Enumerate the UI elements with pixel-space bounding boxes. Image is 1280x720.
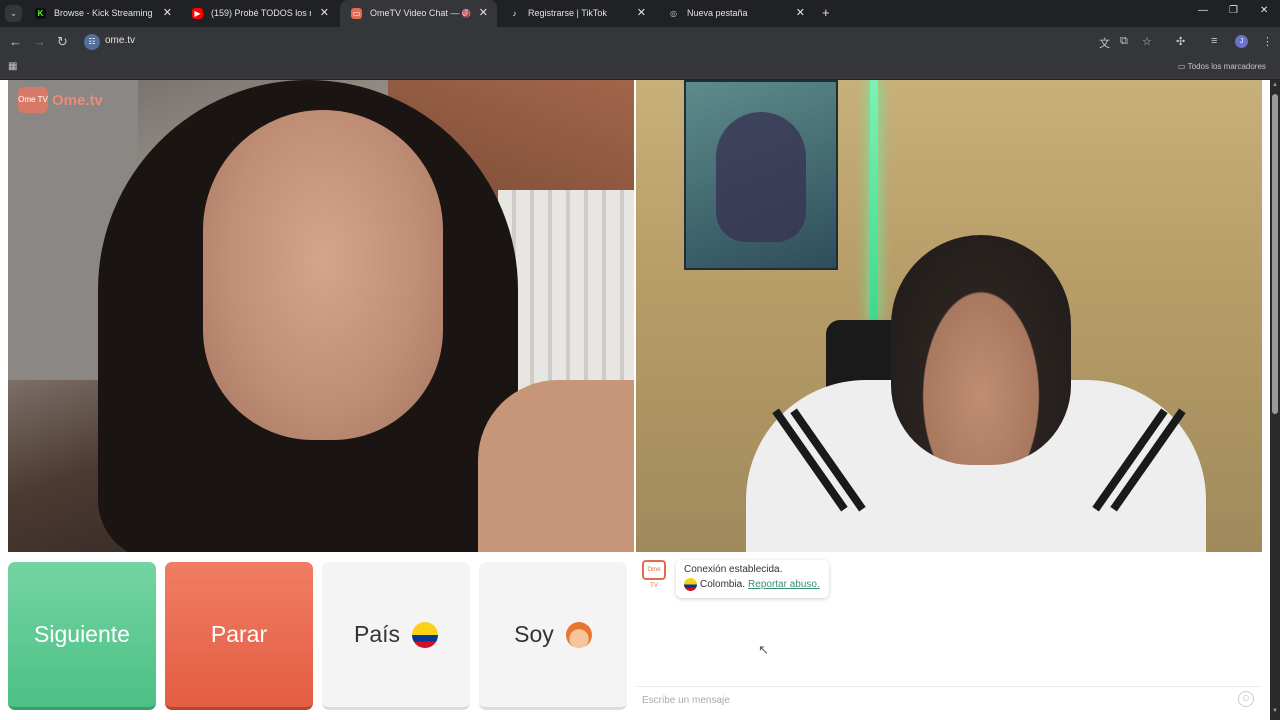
close-icon[interactable]: ✕ (479, 0, 488, 27)
recording-icon: ◉ (461, 7, 471, 19)
reload-icon[interactable]: ↻ (57, 34, 68, 50)
stop-button-label: Parar (210, 621, 268, 647)
stop-button[interactable]: Parar (165, 562, 313, 710)
tiktok-icon: ♪ (512, 9, 517, 18)
close-icon[interactable]: ✕ (320, 0, 329, 27)
stranger-video: Ome TV Ome.tv (8, 80, 634, 552)
window-close-icon[interactable]: ✕ (1260, 5, 1268, 16)
tab-kick[interactable]: K Browse - Kick Streaming ✕ (24, 0, 181, 27)
tab-youtube[interactable]: ▶ (159) Probé TODOS los negocios ✕ (181, 0, 338, 27)
all-bookmarks-label: Todos los marcadores (1187, 62, 1266, 71)
chrome-icon: ◎ (670, 9, 677, 18)
country-line: Colombia. Reportar abuso. (684, 578, 821, 591)
report-abuse-link[interactable]: Reportar abuso. (748, 579, 820, 590)
colombia-flag-icon (684, 578, 697, 591)
wall-poster (684, 80, 838, 270)
close-icon[interactable]: ✕ (796, 0, 805, 27)
youtube-icon: ▶ (192, 8, 203, 19)
scroll-up-icon[interactable]: ▲ (1272, 82, 1278, 88)
ometv-logo-text: Ome.tv (52, 91, 103, 109)
tab-search-chevron-icon[interactable]: ⌄ (5, 5, 22, 22)
url-text[interactable]: ome.tv (105, 35, 135, 46)
connection-message: Conexión establecida. (684, 564, 783, 575)
colombia-flag-icon (412, 621, 439, 648)
profile-avatar[interactable]: J (1235, 35, 1248, 48)
browser-toolbar: ← → ↻ ☷ ome.tv 文 ⧉ ☆ ✣ ≡ J ⋮ (0, 27, 1280, 57)
poster-figure (716, 112, 806, 242)
page-viewport: Ome TV Ome.tv Siguiente Parar País Soy O… (0, 80, 1270, 720)
scroll-thumb[interactable] (1272, 94, 1278, 414)
person-head (891, 235, 1071, 465)
gender-button[interactable]: Soy (479, 562, 627, 710)
ometv-chat-icon: Ome TV (642, 560, 666, 589)
kick-icon: K (35, 8, 46, 19)
next-button[interactable]: Siguiente (8, 562, 156, 710)
tab-ometv[interactable]: ▭ OmeTV Video Chat — Ome ◉ ✕ (340, 0, 497, 27)
chat-input-bar: ☺ (636, 686, 1262, 712)
folder-icon: ▭ (1178, 62, 1188, 71)
tab-title: (159) Probé TODOS los negocios (211, 8, 311, 18)
led-strip (870, 80, 878, 320)
tab-title: Browse - Kick Streaming (54, 8, 153, 18)
minimize-icon[interactable]: — (1198, 5, 1208, 16)
tab-new[interactable]: ◎ Nueva pestaña ✕ (657, 0, 814, 27)
extensions-icon[interactable]: ✣ (1176, 35, 1185, 48)
bookmark-star-icon[interactable]: ☆ (1142, 35, 1152, 48)
shirt-stripe (772, 408, 848, 512)
message-input[interactable] (642, 691, 1222, 709)
emoji-icon[interactable]: ☺ (1238, 691, 1254, 707)
all-bookmarks-button[interactable]: ▭ Todos los marcadores (1178, 62, 1266, 71)
apps-grid-icon[interactable]: ▦ (8, 61, 17, 72)
person-shoulder (478, 380, 634, 552)
gender-button-label: Soy (514, 621, 554, 647)
media-control-icon[interactable]: ≡ (1211, 35, 1217, 47)
address-bar[interactable]: ☷ ome.tv (80, 31, 1090, 53)
page-scrollbar[interactable]: ▲ ▼ (1270, 80, 1280, 720)
tab-strip: ⌄ K Browse - Kick Streaming ✕ ▶ (159) Pr… (0, 0, 1280, 27)
country-button[interactable]: País (322, 562, 470, 710)
country-name: Colombia. (700, 579, 746, 590)
self-video (636, 80, 1262, 552)
back-icon[interactable]: ← (9, 34, 22, 49)
translate-icon[interactable]: 文 (1099, 35, 1110, 51)
site-info-icon[interactable]: ☷ (84, 34, 100, 50)
shirt-stripe (1110, 408, 1186, 512)
tab-title: Registrarse | TikTok (528, 8, 607, 18)
close-icon[interactable]: ✕ (637, 0, 646, 27)
forward-icon[interactable]: → (33, 34, 46, 49)
shirt-stripe (790, 408, 866, 512)
install-app-icon[interactable]: ⧉ (1120, 35, 1128, 48)
close-icon[interactable]: ✕ (163, 0, 172, 27)
scroll-down-icon[interactable]: ▼ (1272, 708, 1278, 714)
person-face (203, 110, 443, 440)
new-tab-button[interactable]: + (822, 5, 830, 20)
next-button-label: Siguiente (34, 621, 130, 647)
ometv-logo-icon: Ome TV (18, 87, 48, 113)
restore-icon[interactable]: ❐ (1229, 5, 1238, 16)
boy-avatar-icon (565, 621, 592, 648)
mouse-cursor-icon: ↖ (758, 642, 769, 657)
country-button-label: País (353, 621, 401, 647)
tab-title: Nueva pestaña (687, 8, 748, 18)
ometv-icon: ▭ (351, 8, 362, 19)
tab-tiktok[interactable]: ♪ Registrarse | TikTok ✕ (498, 0, 655, 27)
menu-kebab-icon[interactable]: ⋮ (1262, 35, 1273, 48)
bookmarks-bar: ▦ ▭ Todos los marcadores (0, 57, 1280, 79)
ometv-logo: Ome TV Ome.tv (18, 87, 103, 113)
shirt-stripe (1092, 408, 1168, 512)
chat-controls: Siguiente Parar País Soy (0, 560, 634, 710)
tab-title: OmeTV Video Chat — Ome (370, 8, 470, 18)
system-message: Conexión establecida. Colombia. Reportar… (676, 560, 829, 598)
